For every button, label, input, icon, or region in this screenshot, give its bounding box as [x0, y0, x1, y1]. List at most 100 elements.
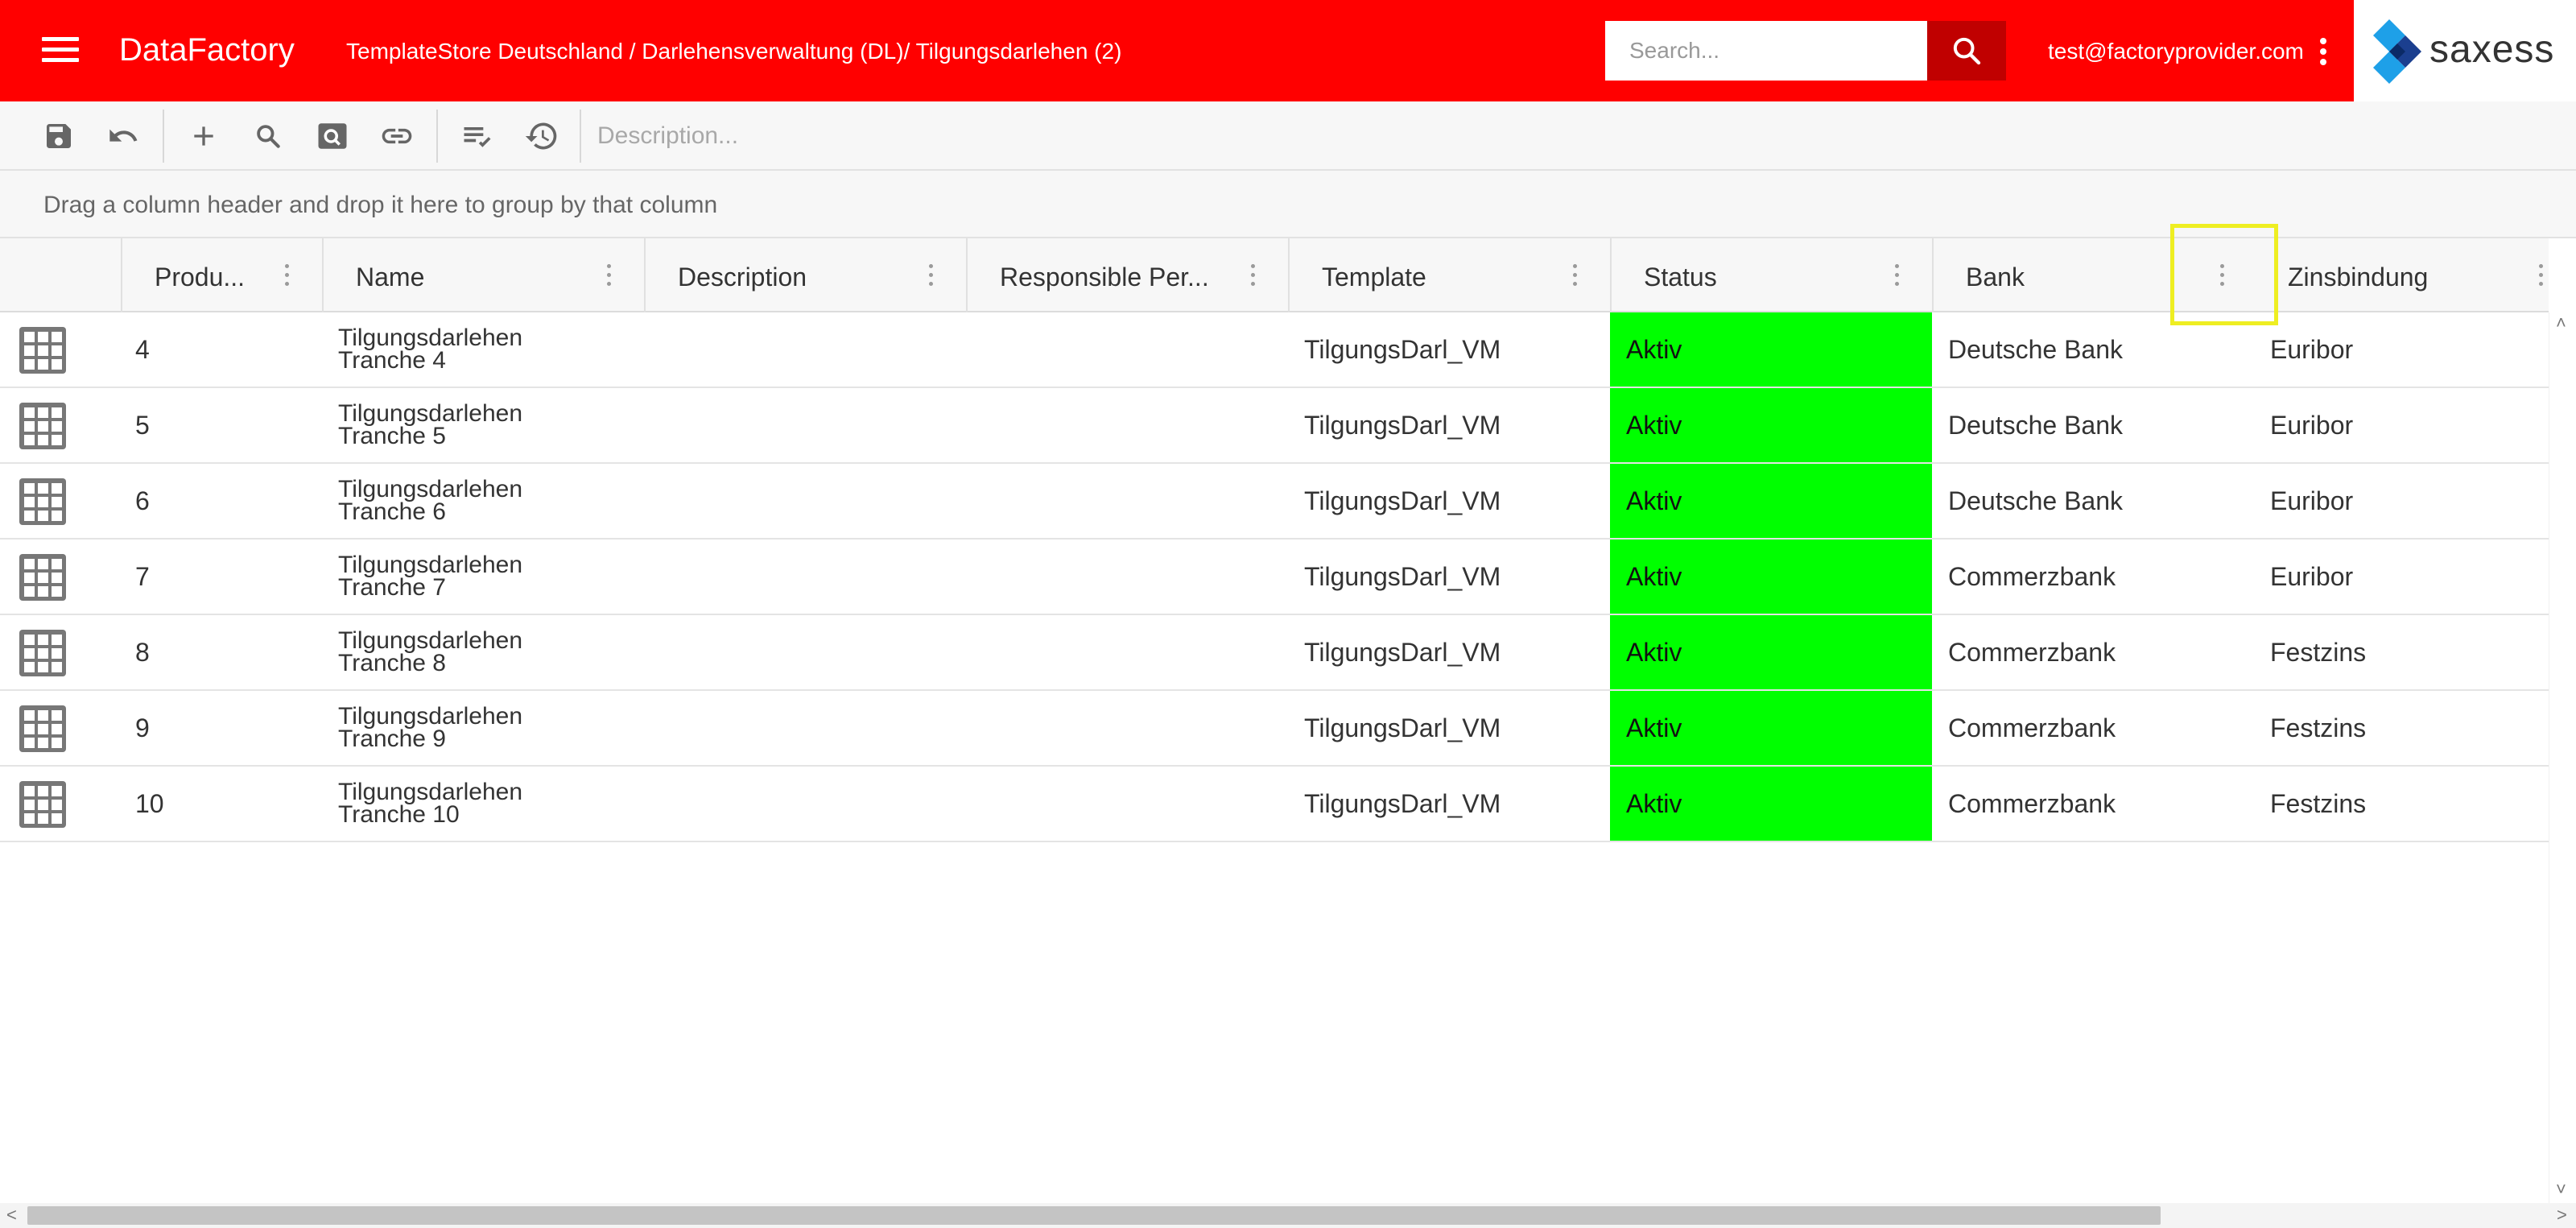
- cell-name[interactable]: Tilgungsdarlehen Tranche 8: [338, 615, 644, 689]
- column-menu-icon[interactable]: [2536, 264, 2545, 288]
- column-header-name[interactable]: Name: [322, 238, 644, 312]
- cell-template[interactable]: TilgungsDarl_VM: [1304, 540, 1610, 614]
- cell-zinsbindung[interactable]: Festzins: [2270, 615, 2549, 689]
- cell-responsible-person[interactable]: [966, 540, 1288, 614]
- grid-icon[interactable]: [18, 401, 68, 451]
- cell-template[interactable]: TilgungsDarl_VM: [1304, 312, 1610, 387]
- cell-name[interactable]: Tilgungsdarlehen Tranche 7: [338, 540, 644, 614]
- vertical-scrollbar[interactable]: ˄ ˅: [2549, 312, 2576, 1203]
- cell-zinsbindung[interactable]: Festzins: [2270, 691, 2549, 765]
- cell-bank[interactable]: Commerzbank: [1948, 540, 2254, 614]
- column-menu-icon[interactable]: [1248, 264, 1257, 288]
- undo-button[interactable]: [105, 118, 142, 155]
- cell-name[interactable]: Tilgungsdarlehen Tranche 5: [338, 388, 644, 462]
- search-button[interactable]: [1927, 21, 2006, 81]
- save-button[interactable]: [40, 118, 77, 155]
- table-row[interactable]: 10 Tilgungsdarlehen Tranche 10 TilgungsDarl…: [0, 767, 2549, 842]
- grid-icon[interactable]: [18, 704, 68, 754]
- cell-product-id[interactable]: 6: [135, 464, 320, 538]
- cell-description[interactable]: [644, 312, 966, 387]
- cell-bank[interactable]: Deutsche Bank: [1948, 464, 2254, 538]
- table-row[interactable]: 5 Tilgungsdarlehen Tranche 5 TilgungsDarl_V…: [0, 388, 2549, 464]
- cell-zinsbindung[interactable]: Euribor: [2270, 388, 2549, 462]
- cell-zinsbindung[interactable]: Euribor: [2270, 540, 2549, 614]
- cell-bank[interactable]: Commerzbank: [1948, 767, 2254, 841]
- cell-description[interactable]: [644, 691, 966, 765]
- table-row[interactable]: 4 Tilgungsdarlehen Tranche 4 TilgungsDarl_V…: [0, 312, 2549, 388]
- preview-button[interactable]: [314, 118, 351, 155]
- cell-status[interactable]: Aktiv: [1610, 540, 1932, 614]
- cell-product-id[interactable]: 4: [135, 312, 320, 387]
- cell-name[interactable]: Tilgungsdarlehen Tranche 10: [338, 767, 644, 841]
- cell-description[interactable]: [644, 767, 966, 841]
- cell-status[interactable]: Aktiv: [1610, 312, 1932, 387]
- column-menu-icon[interactable]: [926, 264, 935, 288]
- cell-status[interactable]: Aktiv: [1610, 767, 1932, 841]
- scroll-up-icon[interactable]: ˄: [2556, 312, 2566, 333]
- cell-name[interactable]: Tilgungsdarlehen Tranche 6: [338, 464, 644, 538]
- cell-bank[interactable]: Deutsche Bank: [1948, 388, 2254, 462]
- cell-responsible-person[interactable]: [966, 691, 1288, 765]
- grid-icon[interactable]: [18, 552, 68, 602]
- table-row[interactable]: 9 Tilgungsdarlehen Tranche 9 TilgungsDarl_V…: [0, 691, 2549, 767]
- scroll-left-icon[interactable]: ˂: [6, 1205, 17, 1226]
- cell-template[interactable]: TilgungsDarl_VM: [1304, 691, 1610, 765]
- column-menu-icon[interactable]: [1892, 264, 1901, 288]
- cell-bank[interactable]: Commerzbank: [1948, 691, 2254, 765]
- column-menu-icon[interactable]: [1570, 264, 1579, 288]
- grid-icon[interactable]: [18, 628, 68, 678]
- cell-product-id[interactable]: 10: [135, 767, 320, 841]
- column-menu-icon[interactable]: [604, 264, 613, 288]
- menu-icon[interactable]: [42, 37, 79, 66]
- cell-product-id[interactable]: 9: [135, 691, 320, 765]
- more-vert-icon[interactable]: [2314, 35, 2333, 68]
- cell-template[interactable]: TilgungsDarl_VM: [1304, 767, 1610, 841]
- column-header-status[interactable]: Status: [1610, 238, 1932, 312]
- column-header-product[interactable]: Produ...: [121, 238, 322, 312]
- cell-bank[interactable]: Commerzbank: [1948, 615, 2254, 689]
- cell-product-id[interactable]: 8: [135, 615, 320, 689]
- cell-template[interactable]: TilgungsDarl_VM: [1304, 388, 1610, 462]
- cell-responsible-person[interactable]: [966, 767, 1288, 841]
- column-header-responsible-person[interactable]: Responsible Per...: [966, 238, 1288, 312]
- cell-status[interactable]: Aktiv: [1610, 464, 1932, 538]
- column-header-template[interactable]: Template: [1288, 238, 1610, 312]
- table-row[interactable]: 7 Tilgungsdarlehen Tranche 7 TilgungsDarl_V…: [0, 540, 2549, 615]
- table-row[interactable]: 8 Tilgungsdarlehen Tranche 8 TilgungsDarl_V…: [0, 615, 2549, 691]
- grid-icon[interactable]: [18, 477, 68, 527]
- column-header-zinsbindung[interactable]: Zinsbindung: [2254, 238, 2549, 312]
- cell-zinsbindung[interactable]: Euribor: [2270, 312, 2549, 387]
- cell-description[interactable]: [644, 540, 966, 614]
- validate-button[interactable]: [459, 118, 496, 155]
- grid-icon[interactable]: [18, 325, 68, 375]
- cell-product-id[interactable]: 7: [135, 540, 320, 614]
- horizontal-scroll-thumb[interactable]: [27, 1206, 2161, 1225]
- cell-template[interactable]: TilgungsDarl_VM: [1304, 464, 1610, 538]
- cell-zinsbindung[interactable]: Festzins: [2270, 767, 2549, 841]
- cell-responsible-person[interactable]: [966, 388, 1288, 462]
- cell-status[interactable]: Aktiv: [1610, 691, 1932, 765]
- cell-zinsbindung[interactable]: Euribor: [2270, 464, 2549, 538]
- cell-name[interactable]: Tilgungsdarlehen Tranche 9: [338, 691, 644, 765]
- cell-responsible-person[interactable]: [966, 615, 1288, 689]
- table-row[interactable]: 6 Tilgungsdarlehen Tranche 6 TilgungsDarl_V…: [0, 464, 2549, 540]
- cell-status[interactable]: Aktiv: [1610, 388, 1932, 462]
- cell-description[interactable]: [644, 615, 966, 689]
- column-menu-icon[interactable]: [282, 264, 291, 288]
- history-button[interactable]: [523, 118, 560, 155]
- cell-responsible-person[interactable]: [966, 312, 1288, 387]
- add-button[interactable]: [185, 118, 222, 155]
- grid-icon[interactable]: [18, 779, 68, 829]
- cell-description[interactable]: [644, 464, 966, 538]
- description-input[interactable]: [597, 116, 1724, 156]
- column-header-description[interactable]: Description: [644, 238, 966, 312]
- cell-name[interactable]: Tilgungsdarlehen Tranche 4: [338, 312, 644, 387]
- cell-description[interactable]: [644, 388, 966, 462]
- app-title[interactable]: DataFactory: [119, 32, 295, 68]
- cell-responsible-person[interactable]: [966, 464, 1288, 538]
- search-input[interactable]: [1605, 21, 1927, 81]
- cell-product-id[interactable]: 5: [135, 388, 320, 462]
- scroll-down-icon[interactable]: ˅: [2556, 1179, 2566, 1200]
- horizontal-scrollbar[interactable]: ˂ ˃: [0, 1203, 2576, 1228]
- cell-status[interactable]: Aktiv: [1610, 615, 1932, 689]
